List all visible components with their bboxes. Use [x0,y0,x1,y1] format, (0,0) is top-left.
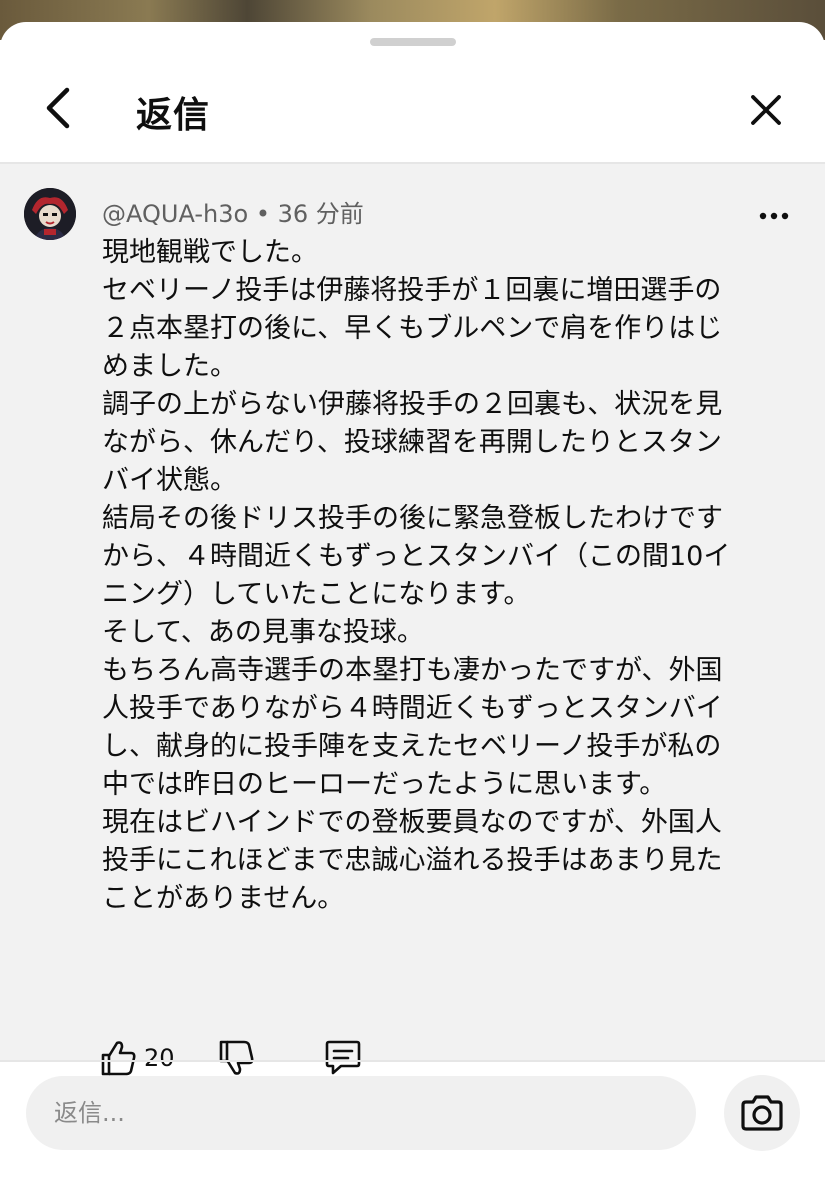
comment-line: から、４時間近くもずっとスタンバイ（この間10イ [102,541,731,572]
comment-icon [325,1040,361,1075]
like-button[interactable] [100,1038,136,1078]
back-button[interactable] [30,80,86,136]
avatar[interactable] [24,188,76,240]
comment-line: もちろん高寺選手の本塁打も凄かったですが、外国 [102,655,723,686]
reply-input[interactable] [26,1076,696,1150]
comment-line: めました。 [102,351,237,382]
replies-sheet: 返信 @AQUA-h3o • 36 分前 現地観戦でした。 セベリーノ投手は伊藤… [0,22,825,1199]
comment-line: ながら、休んだり、投球練習を再開したりとスタン [102,427,722,458]
comment-line: 現在はビハインドでの登板要員なのですが、外国人 [102,807,722,838]
meta-separator: • [255,200,270,228]
comment-line: 調子の上がらない伊藤将投手の２回裏も、状況を見 [102,389,723,420]
comment-line: ニング）していたことになります。 [102,579,531,610]
comment-line: 結局その後ドリス投手の後に緊急登板したわけです [102,503,723,534]
thumbs-up-icon [101,1041,136,1076]
comment-text: 現地観戦でした。 セベリーノ投手は伊藤将投手が１回裏に増田選手の ２点本塁打の後… [102,234,752,918]
comment-author[interactable]: @AQUA-h3o [102,200,248,228]
more-options-button[interactable] [752,198,796,234]
comment-meta: @AQUA-h3o • 36 分前 [102,194,364,229]
comment-line: ２点本塁打の後に、早くもブルペンで肩を作りはじ [102,313,723,344]
chevron-left-icon [46,87,70,129]
page-title: 返信 [136,95,211,136]
comment-thread: @AQUA-h3o • 36 分前 現地観戦でした。 セベリーノ投手は伊藤将投手… [0,164,825,1076]
like-count: 20 [144,1044,175,1072]
comment-line: ことがありません。 [102,883,345,914]
comment-line: 投手にこれほどまで忠誠心溢れる投手はあまり見た [102,845,723,876]
comment-line: セベリーノ投手は伊藤将投手が１回裏に増田選手の [102,275,722,306]
sheet-header: 返信 [0,52,825,164]
divider [0,1060,825,1062]
comment-line: 現地観戦でした。 [102,237,318,268]
reply-button[interactable] [324,1038,362,1078]
dislike-button[interactable] [218,1038,254,1078]
comment-line: バイ状態。 [102,465,237,496]
close-button[interactable] [736,80,796,140]
comment-time: 36 分前 [277,200,364,228]
camera-button[interactable] [724,1075,800,1151]
avatar-image [24,188,76,240]
camera-icon [741,1095,783,1131]
close-icon [751,95,781,125]
comment-line: 中では昨日のヒーローだったように思います。 [102,769,667,800]
comment-line: そして、あの見事な投球。 [102,617,424,648]
more-vert-icon [759,212,789,220]
comment-line: し、献身的に投手陣を支えたセベリーノ投手が私の [102,731,722,762]
drag-handle[interactable] [370,38,456,46]
thumbs-down-icon [219,1040,254,1075]
comment-line: 人投手でありながら４時間近くもずっとスタンバイ [102,693,723,724]
